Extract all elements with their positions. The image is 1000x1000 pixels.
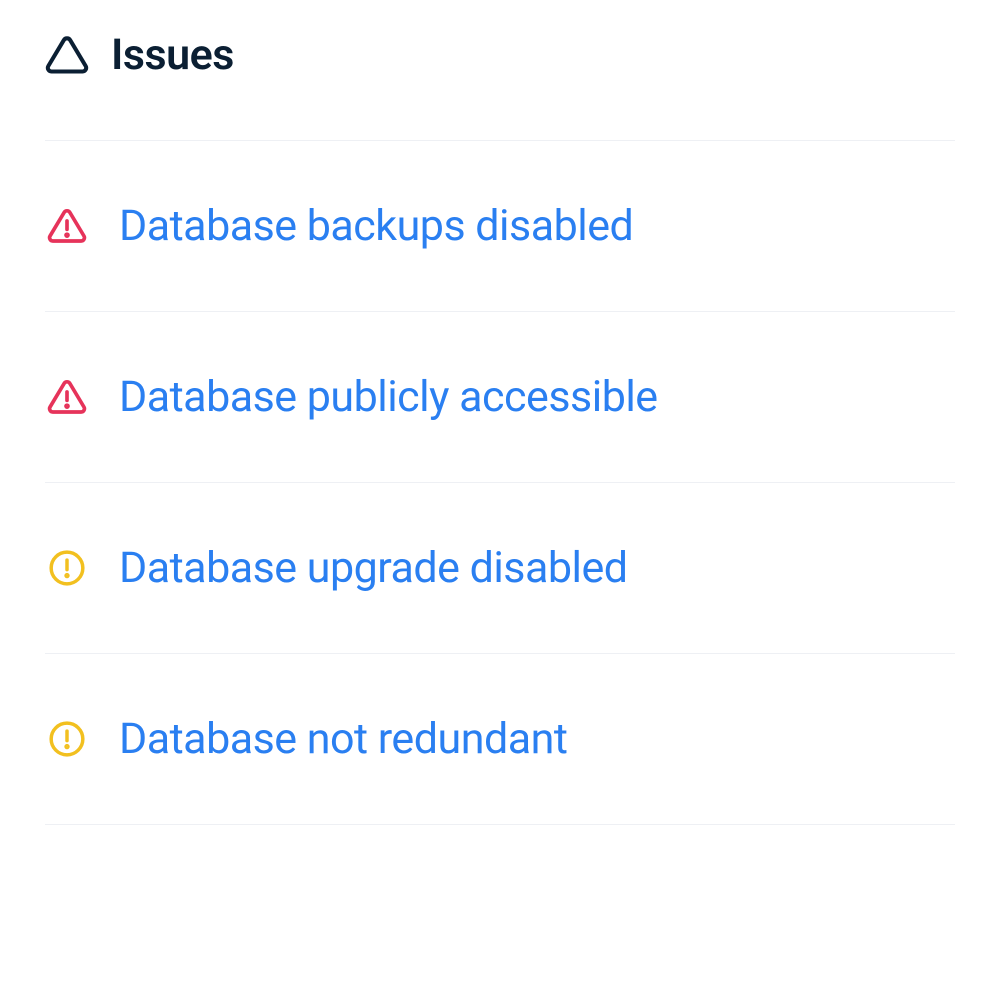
issues-panel: Issues Database backups disabled Databas… <box>0 0 1000 825</box>
issue-item[interactable]: Database publicly accessible <box>45 312 955 483</box>
issue-label: Database not redundant <box>119 714 567 764</box>
issue-item[interactable]: Database backups disabled <box>45 141 955 312</box>
alert-triangle-icon <box>45 33 89 77</box>
alert-circle-warning-icon <box>45 546 89 590</box>
issue-label: Database backups disabled <box>119 201 633 251</box>
issue-label: Database upgrade disabled <box>119 543 628 593</box>
alert-circle-warning-icon <box>45 717 89 761</box>
issue-item[interactable]: Database upgrade disabled <box>45 483 955 654</box>
alert-triangle-critical-icon <box>45 204 89 248</box>
issue-label: Database publicly accessible <box>119 372 658 422</box>
alert-triangle-critical-icon <box>45 375 89 419</box>
panel-header: Issues <box>45 30 955 141</box>
panel-title: Issues <box>111 30 234 80</box>
issue-item[interactable]: Database not redundant <box>45 654 955 825</box>
